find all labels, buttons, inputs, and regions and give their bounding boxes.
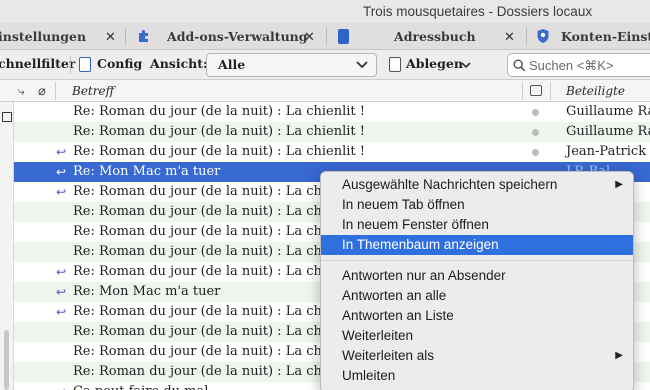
title-bar: Trois mousquetaires - Dossiers locaux bbox=[0, 0, 650, 23]
menu-item[interactable]: Weiterleiten bbox=[321, 326, 633, 346]
column-separator bbox=[55, 82, 56, 100]
tab-label: Adressbuch bbox=[394, 29, 476, 44]
replied-icon: ↩ bbox=[56, 285, 67, 299]
tab-addons[interactable]: Add-ons-Verwaltung ✕ bbox=[126, 23, 326, 50]
read-status-icon[interactable] bbox=[530, 85, 542, 96]
message-subject: Re: Roman du jour (de la nuit) : La chie… bbox=[73, 364, 347, 379]
window-title: Trois mousquetaires - Dossiers locaux bbox=[363, 4, 593, 19]
menu-item[interactable]: Als neu bearbeiten bbox=[321, 386, 633, 390]
read-status-icon[interactable] bbox=[532, 149, 539, 156]
tab-strip: instellungen ✕ Add-ons-Verwaltung ✕ Adre… bbox=[0, 23, 650, 50]
table-row[interactable]: Re: Roman du jour (de la nuit) : La chie… bbox=[14, 102, 650, 122]
message-subject: Re: Roman du jour (de la nuit) : La chie… bbox=[73, 144, 365, 159]
puzzle-icon bbox=[136, 28, 152, 47]
quick-filter-button[interactable]: chnellfilter bbox=[0, 56, 75, 71]
message-author: Jean-Patrick W bbox=[566, 144, 650, 159]
view-label: Ansicht: bbox=[150, 56, 208, 71]
close-icon[interactable]: ✕ bbox=[504, 29, 515, 45]
column-correspondent[interactable]: Beteiligte bbox=[566, 84, 625, 98]
menu-item-label: Antworten an Liste bbox=[342, 308, 454, 323]
menu-item[interactable]: Antworten an Liste bbox=[321, 306, 633, 326]
tab-account-settings[interactable]: Konten-Einstel bbox=[527, 23, 650, 50]
archive-button[interactable]: Ablegen bbox=[406, 56, 463, 71]
address-book-icon bbox=[338, 29, 349, 44]
search-input[interactable]: Suchen <⌘K> bbox=[507, 53, 650, 77]
menu-item-label: In neuem Tab öffnen bbox=[342, 197, 465, 212]
menu-item[interactable]: In neuem Tab öffnen bbox=[321, 195, 633, 215]
replied-icon: ↩ bbox=[56, 265, 67, 279]
tab-label: Add-ons-Verwaltung bbox=[167, 29, 308, 44]
column-header: ⤷ ⌀ Betreff Beteiligte bbox=[0, 80, 650, 102]
submenu-arrow-icon: ▶ bbox=[615, 179, 623, 190]
menu-item-label: In Themenbaum anzeigen bbox=[342, 237, 499, 252]
toolbar: chnellfilter Config Ansicht: Alle Ablege… bbox=[0, 50, 650, 80]
column-separator bbox=[550, 82, 551, 100]
menu-item-label: Ausgewählte Nachrichten speichern bbox=[342, 177, 558, 192]
column-separator bbox=[522, 82, 523, 100]
menu-item-label: Weiterleiten als bbox=[342, 348, 435, 363]
table-row[interactable]: ↩ Re: Roman du jour (de la nuit) : La chi… bbox=[14, 142, 650, 162]
menu-item[interactable]: Weiterleiten als ▶ bbox=[321, 346, 633, 366]
menu-item-label: In neuem Fenster öffnen bbox=[342, 217, 489, 232]
message-subject: Re: Roman du jour (de la nuit) : La chie… bbox=[73, 244, 347, 259]
table-row[interactable]: Re: Roman du jour (de la nuit) : La chie… bbox=[14, 122, 650, 142]
replied-icon: ↩ bbox=[56, 165, 67, 179]
message-subject: Re: Roman du jour (de la nuit) : La chie… bbox=[73, 264, 347, 279]
menu-item[interactable]: Umleiten bbox=[321, 366, 633, 386]
message-subject: Re: Roman du jour (de la nuit) : La chie… bbox=[73, 304, 347, 319]
message-subject: Re: Mon Mac m'a tuer bbox=[73, 284, 221, 299]
chevron-down-icon bbox=[460, 56, 472, 77]
message-subject: Re: Roman du jour (de la nuit) : La chie… bbox=[73, 124, 365, 139]
menu-item-label: Umleiten bbox=[342, 368, 396, 383]
replied-icon: ↩ bbox=[56, 185, 67, 199]
message-subject: Re: Roman du jour (de la nuit) : La chie… bbox=[73, 324, 347, 339]
message-subject: Re: Roman du jour (de la nuit) : La chie… bbox=[73, 184, 347, 199]
replied-icon: ↩ bbox=[56, 305, 67, 319]
replied-icon: ↩ bbox=[56, 385, 66, 390]
document-icon bbox=[79, 57, 91, 72]
message-subject: Ça peut faire du mal bbox=[73, 384, 208, 390]
menu-item-label: Antworten nur an Absender bbox=[342, 268, 506, 283]
close-icon[interactable]: ✕ bbox=[105, 29, 116, 45]
message-author: Guillaume Ra bbox=[566, 124, 650, 139]
search-placeholder: Suchen <⌘K> bbox=[529, 58, 614, 73]
attachment-icon[interactable]: ⌀ bbox=[38, 83, 46, 99]
chevron-down-icon bbox=[355, 55, 369, 76]
message-subject: Re: Mon Mac m'a tuer bbox=[73, 164, 221, 179]
message-subject: Re: Roman du jour (de la nuit) : La chie… bbox=[73, 204, 347, 219]
menu-item[interactable]: Antworten nur an Absender bbox=[321, 266, 633, 286]
message-subject: Re: Roman du jour (de la nuit) : La chie… bbox=[73, 344, 347, 359]
submenu-arrow-icon: ▶ bbox=[615, 350, 623, 361]
column-subject[interactable]: Betreff bbox=[72, 84, 114, 98]
config-button[interactable]: Config bbox=[97, 56, 142, 71]
tab-label: instellungen bbox=[0, 29, 87, 44]
close-icon[interactable]: ✕ bbox=[304, 29, 315, 45]
view-select[interactable]: Alle bbox=[206, 53, 377, 77]
message-subject: Re: Roman du jour (de la nuit) : La chie… bbox=[73, 224, 347, 239]
menu-item[interactable]: Antworten an alle bbox=[321, 286, 633, 306]
search-icon bbox=[513, 59, 526, 75]
menu-item[interactable]: In Themenbaum anzeigen bbox=[321, 235, 633, 255]
thread-icon[interactable]: ⤷ bbox=[18, 84, 25, 99]
message-author: Guillaume Ra bbox=[566, 104, 650, 119]
context-menu: Ausgewählte Nachrichten speichern ▶ In neu… bbox=[320, 171, 634, 390]
menu-separator bbox=[321, 260, 633, 261]
menu-item[interactable]: In neuem Fenster öffnen bbox=[321, 215, 633, 235]
vertical-divider bbox=[70, 56, 71, 74]
replied-icon: ↩ bbox=[56, 145, 67, 159]
menu-item-label: Antworten an alle bbox=[342, 288, 447, 303]
view-select-value: Alle bbox=[218, 57, 246, 72]
menu-item[interactable]: Ausgewählte Nachrichten speichern ▶ bbox=[321, 175, 633, 195]
menu-item-label: Weiterleiten bbox=[342, 328, 414, 343]
read-status-icon[interactable] bbox=[532, 109, 539, 116]
read-status-icon[interactable] bbox=[532, 129, 539, 136]
message-subject: Re: Roman du jour (de la nuit) : La chie… bbox=[73, 104, 365, 119]
tab-label: Konten-Einstel bbox=[561, 29, 650, 44]
archive-icon bbox=[389, 57, 401, 72]
tab-settings[interactable]: instellungen ✕ bbox=[0, 23, 122, 50]
shield-icon bbox=[536, 28, 550, 47]
tab-addressbook[interactable]: Adressbuch ✕ bbox=[327, 23, 526, 50]
